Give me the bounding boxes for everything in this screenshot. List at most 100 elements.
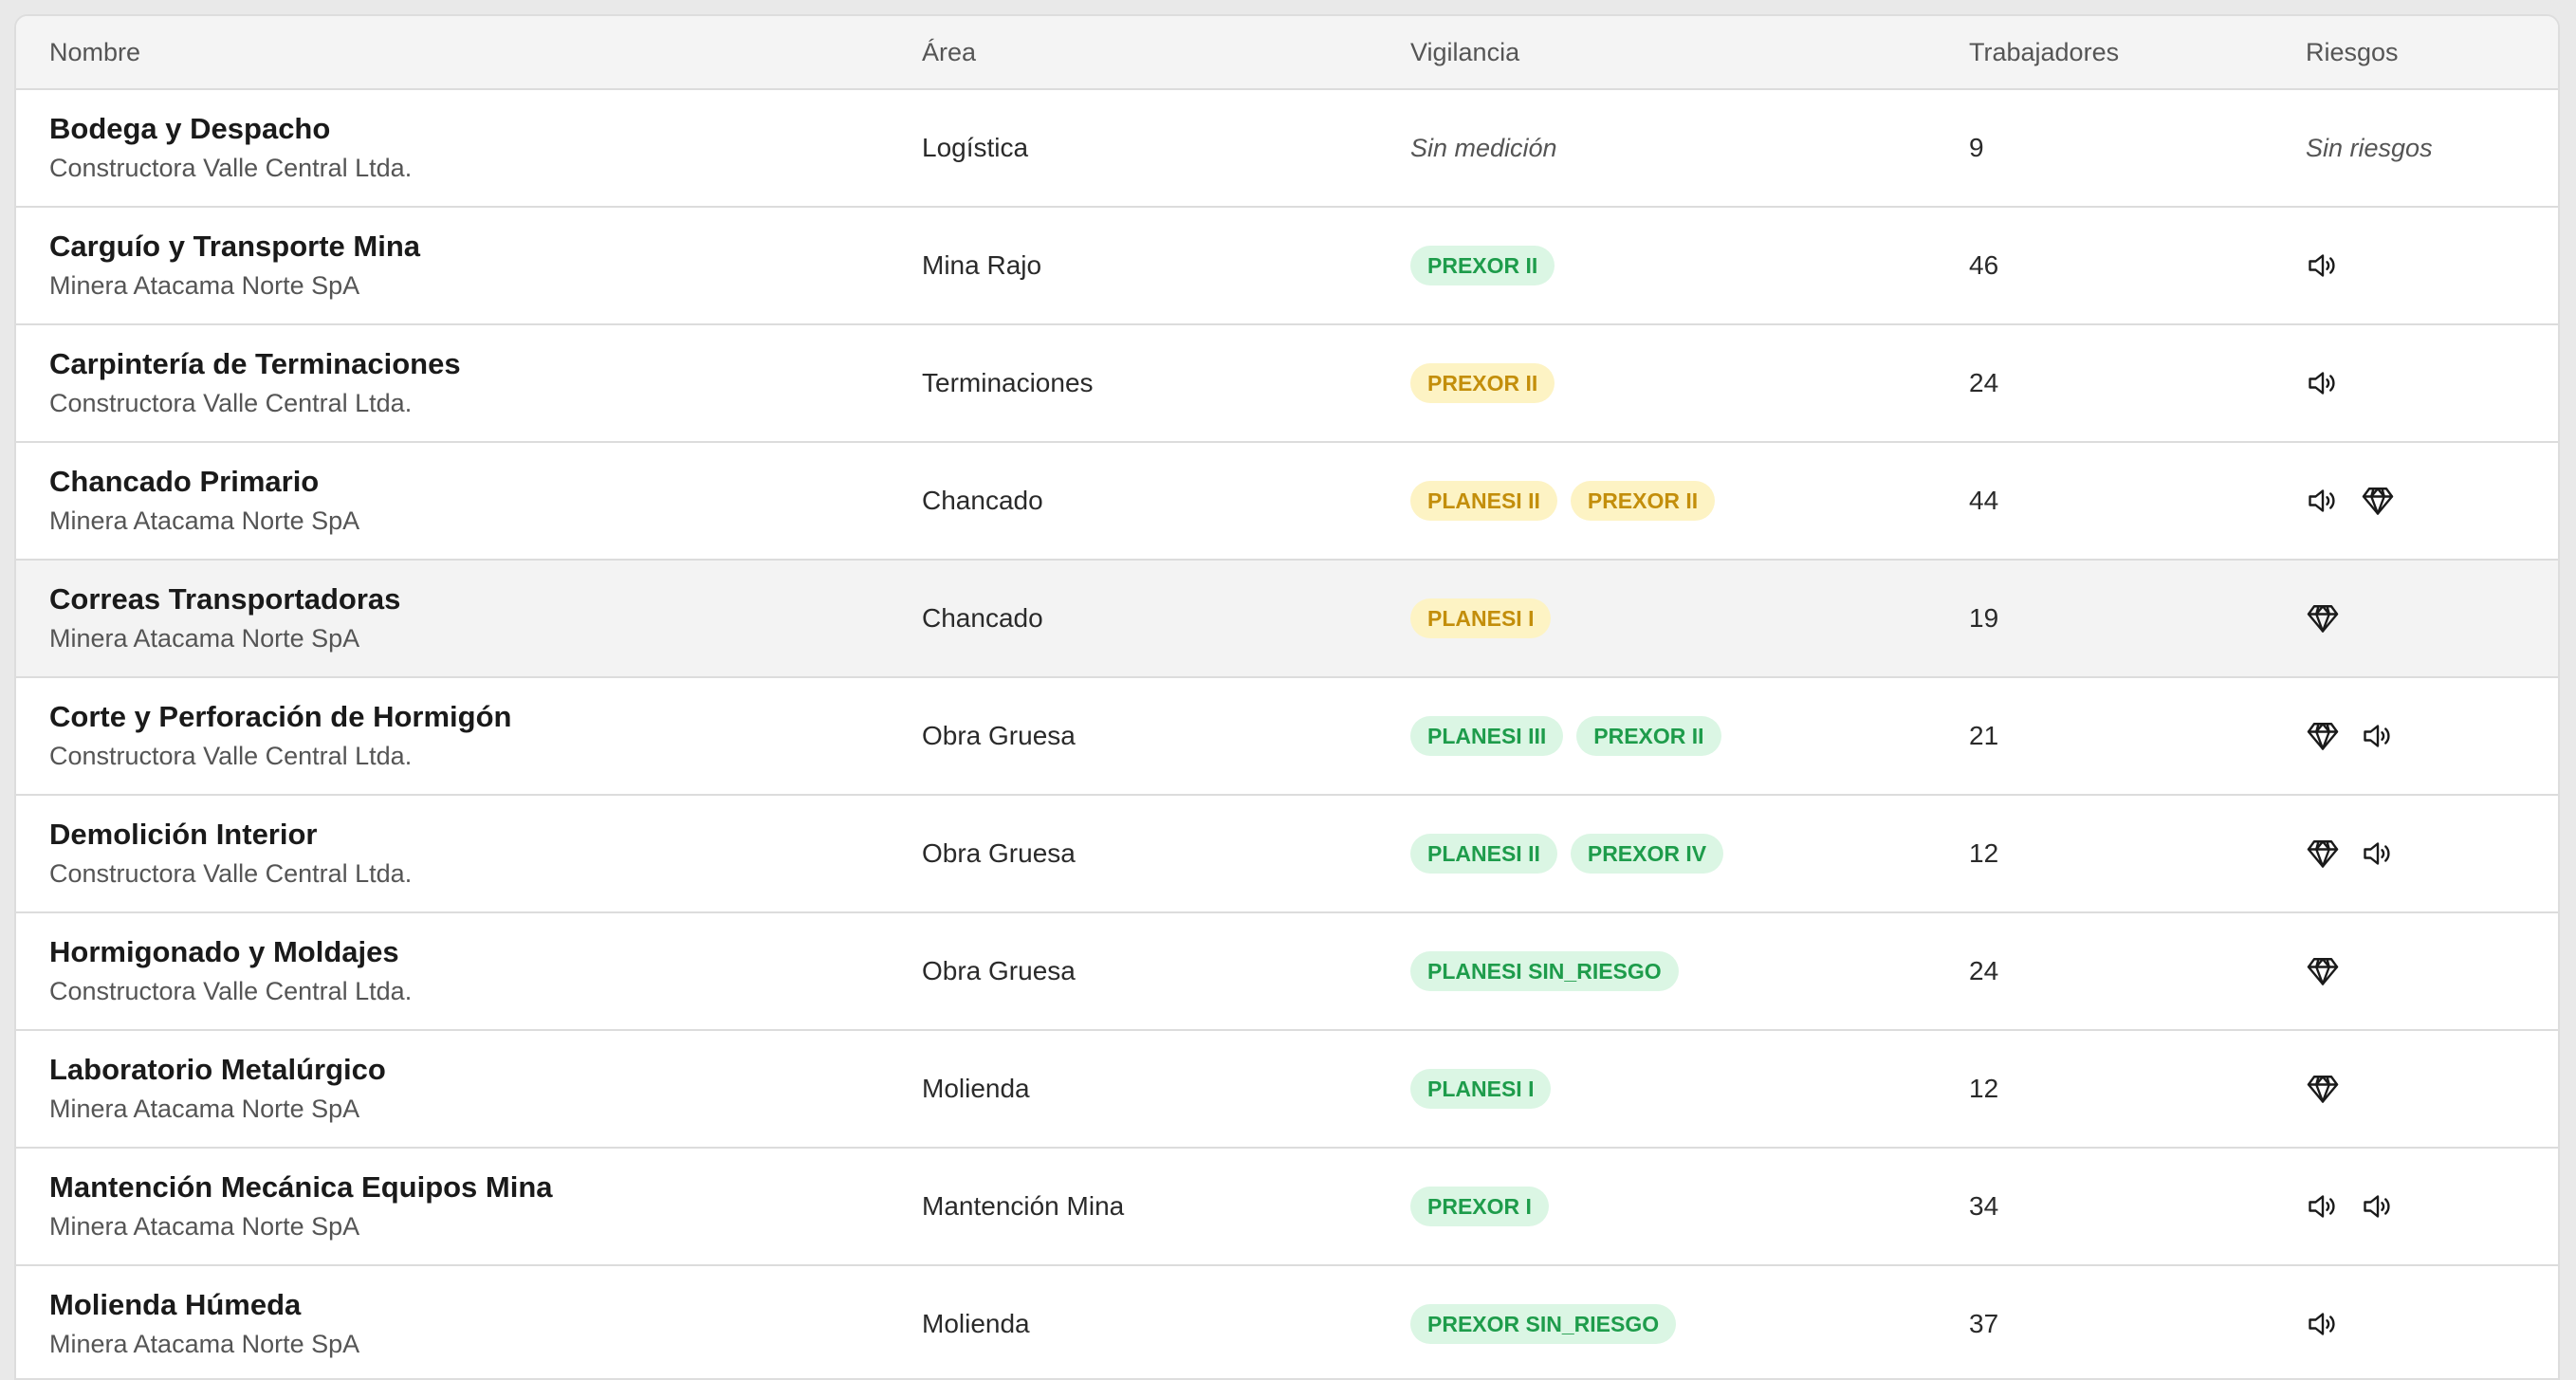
workers-count: 9: [1969, 133, 1984, 162]
workplace-name[interactable]: Laboratorio Metalúrgico: [49, 1050, 889, 1090]
diamond-icon: [2306, 1072, 2340, 1106]
workers-count: 24: [1969, 368, 1999, 397]
surveillance-cell: PLANESI I: [1377, 598, 1936, 638]
status-badge: PREXOR II: [1410, 363, 1555, 403]
surveillance-cell: Sin medición: [1377, 133, 1936, 163]
risk-icons: [2306, 954, 2558, 988]
header-surveillance[interactable]: Vigilancia: [1377, 38, 1936, 67]
risk-icons: [2306, 837, 2558, 871]
area-cell: Obra Gruesa: [922, 838, 1076, 868]
diamond-icon: [2361, 484, 2395, 518]
workplaces-table: Nombre Área Vigilancia Trabajadores Ries…: [14, 14, 2560, 1380]
risks-cell: [2272, 719, 2558, 753]
surveillance-badges: PLANESI II PREXOR IV: [1410, 834, 1936, 874]
workplace-name[interactable]: Carguío y Transporte Mina: [49, 227, 889, 267]
area-cell: Mina Rajo: [922, 250, 1042, 280]
table-row[interactable]: Demolición Interior Constructora Valle Ce…: [16, 796, 2558, 913]
area-cell: Chancado: [922, 486, 1043, 515]
workplace-name[interactable]: Corte y Perforación de Hormigón: [49, 697, 889, 737]
table-row[interactable]: Carpintería de Terminaciones Constructora…: [16, 325, 2558, 443]
table-row[interactable]: Correas Transportadoras Minera Atacama No…: [16, 561, 2558, 678]
speaker-icon: [2306, 484, 2340, 518]
company-name: Constructora Valle Central Ltda.: [49, 859, 413, 888]
surveillance-badges: PLANESI II PREXOR II: [1410, 481, 1936, 521]
speaker-icon: [2306, 248, 2340, 283]
table-row[interactable]: Hormigonado y Moldajes Constructora Valle…: [16, 913, 2558, 1031]
speaker-icon: [2361, 837, 2395, 871]
risks-cell: [2272, 954, 2558, 988]
company-name: Constructora Valle Central Ltda.: [49, 154, 413, 182]
company-name: Minera Atacama Norte SpA: [49, 624, 360, 653]
surveillance-badges: PREXOR II: [1410, 246, 1936, 285]
company-name: Minera Atacama Norte SpA: [49, 506, 360, 535]
status-badge: PREXOR II: [1576, 716, 1721, 756]
workers-count: 37: [1969, 1309, 1999, 1338]
workplace-name[interactable]: Demolición Interior: [49, 815, 889, 855]
risk-icons: [2306, 719, 2558, 753]
status-badge: PREXOR IV: [1570, 834, 1724, 874]
table-body: Bodega y Despacho Constructora Valle Cent…: [16, 90, 2558, 1378]
risk-icons: [2306, 1072, 2558, 1106]
area-cell: Mantención Mina: [922, 1191, 1125, 1221]
area-cell: Obra Gruesa: [922, 956, 1076, 985]
workplace-name[interactable]: Chancado Primario: [49, 462, 889, 502]
workers-count: 21: [1969, 721, 1999, 750]
area-cell: Molienda: [922, 1309, 1030, 1338]
surveillance-badges: PLANESI I: [1410, 1069, 1936, 1109]
name-cell: Bodega y Despacho Constructora Valle Cent…: [16, 109, 889, 187]
surveillance-badges: PLANESI SIN_RIESGO: [1410, 951, 1936, 991]
workers-count: 24: [1969, 956, 1999, 985]
header-area[interactable]: Área: [889, 38, 1377, 67]
area-cell: Chancado: [922, 603, 1043, 633]
risk-icons: [2306, 484, 2558, 518]
surveillance-cell: PLANESI II PREXOR IV: [1377, 834, 1936, 874]
risks-cell: [2272, 1307, 2558, 1341]
name-cell: Chancado Primario Minera Atacama Norte Sp…: [16, 462, 889, 540]
header-workers[interactable]: Trabajadores: [1936, 38, 2272, 67]
area-cell: Logística: [922, 133, 1029, 162]
surveillance-empty-text: Sin medición: [1410, 134, 1557, 162]
risks-cell: [2272, 366, 2558, 400]
company-name: Minera Atacama Norte SpA: [49, 1330, 360, 1358]
company-name: Minera Atacama Norte SpA: [49, 271, 360, 300]
status-badge: PREXOR II: [1410, 246, 1555, 285]
surveillance-badges: PREXOR SIN_RIESGO: [1410, 1304, 1936, 1344]
name-cell: Molienda Húmeda Minera Atacama Norte SpA: [16, 1285, 889, 1363]
table-row[interactable]: Corte y Perforación de Hormigón Construct…: [16, 678, 2558, 796]
surveillance-cell: PLANESI II PREXOR II: [1377, 481, 1936, 521]
risk-icons: [2306, 248, 2558, 283]
table-row[interactable]: Mantención Mecánica Equipos Mina Minera A…: [16, 1149, 2558, 1266]
area-cell: Terminaciones: [922, 368, 1094, 397]
surveillance-cell: PLANESI I: [1377, 1069, 1936, 1109]
table-row[interactable]: Carguío y Transporte Mina Minera Atacama …: [16, 208, 2558, 325]
workplace-name[interactable]: Mantención Mecánica Equipos Mina: [49, 1168, 889, 1207]
speaker-icon: [2306, 1307, 2340, 1341]
risks-cell: [2272, 1072, 2558, 1106]
status-badge: PREXOR I: [1410, 1187, 1549, 1226]
workplace-name[interactable]: Molienda Húmeda: [49, 1285, 889, 1325]
risks-cell: [2272, 484, 2558, 518]
risks-cell: [2272, 601, 2558, 635]
risk-icons: [2306, 601, 2558, 635]
table-row[interactable]: Molienda Húmeda Minera Atacama Norte SpA M…: [16, 1266, 2558, 1378]
risks-cell: [2272, 837, 2558, 871]
name-cell: Laboratorio Metalúrgico Minera Atacama No…: [16, 1050, 889, 1128]
company-name: Constructora Valle Central Ltda.: [49, 742, 413, 770]
header-risks[interactable]: Riesgos: [2272, 38, 2558, 67]
table-row[interactable]: Laboratorio Metalúrgico Minera Atacama No…: [16, 1031, 2558, 1149]
speaker-icon: [2306, 366, 2340, 400]
diamond-icon: [2306, 601, 2340, 635]
workplace-name[interactable]: Correas Transportadoras: [49, 580, 889, 619]
table-row[interactable]: Chancado Primario Minera Atacama Norte Sp…: [16, 443, 2558, 561]
header-name[interactable]: Nombre: [16, 38, 889, 67]
status-badge: PREXOR SIN_RIESGO: [1410, 1304, 1677, 1344]
table-row[interactable]: Bodega y Despacho Constructora Valle Cent…: [16, 90, 2558, 208]
status-badge: PLANESI SIN_RIESGO: [1410, 951, 1679, 991]
workers-count: 46: [1969, 250, 1999, 280]
risks-empty-text: Sin riesgos: [2306, 134, 2433, 162]
workplace-name[interactable]: Hormigonado y Moldajes: [49, 932, 889, 972]
workplace-name[interactable]: Carpintería de Terminaciones: [49, 344, 889, 384]
workers-count: 19: [1969, 603, 1999, 633]
workplace-name[interactable]: Bodega y Despacho: [49, 109, 889, 149]
surveillance-cell: PREXOR SIN_RIESGO: [1377, 1304, 1936, 1344]
